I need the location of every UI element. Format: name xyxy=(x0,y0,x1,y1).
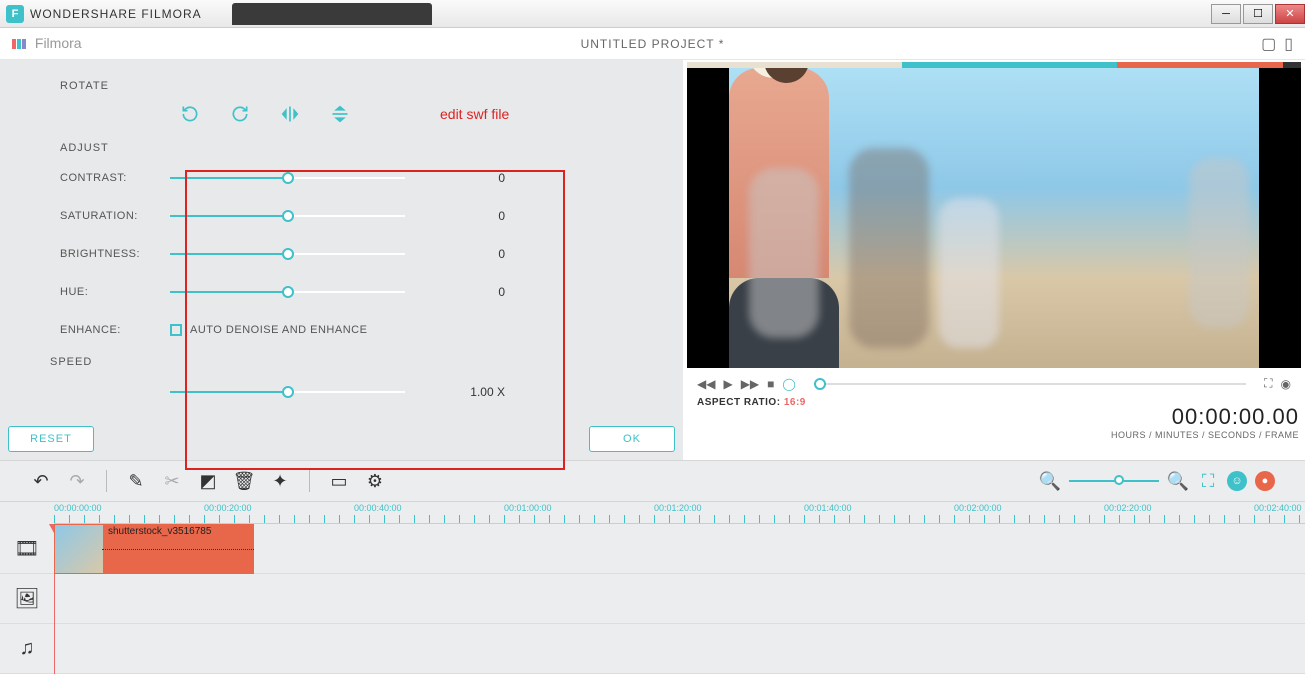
window-titlebar: F WONDERSHARE FILMORA ─ ☐ ✕ xyxy=(0,0,1305,28)
split-icon[interactable]: ✂ xyxy=(161,470,183,492)
project-title: UNTITLED PROJECT * xyxy=(581,37,725,51)
clip-thumbnail xyxy=(55,525,103,573)
rotate-cw-icon[interactable] xyxy=(180,104,200,124)
video-preview[interactable] xyxy=(687,68,1301,368)
record-icon[interactable]: ◯ xyxy=(782,377,795,391)
ok-button[interactable]: OK xyxy=(589,426,675,452)
settings-icon[interactable]: ⚙ xyxy=(364,470,386,492)
ruler-mark: 00:01:40:00 xyxy=(804,503,852,513)
help-icon[interactable]: ☺ xyxy=(1227,471,1247,491)
timeline-ruler[interactable]: 00:00:00:00 00:00:20:00 00:00:40:00 00:0… xyxy=(54,502,1305,524)
video-clip[interactable]: shutterstock_v3516785 xyxy=(54,524,254,574)
redo-icon[interactable]: ↷ xyxy=(66,470,88,492)
audio-track[interactable]: ♫ xyxy=(0,624,1305,674)
window-minimize-button[interactable]: ─ xyxy=(1211,4,1241,24)
play-icon[interactable]: ▶ xyxy=(723,377,732,391)
ruler-mark: 00:01:00:00 xyxy=(504,503,552,513)
timeline-toolbar: ↶ ↷ ✎ ✂ ◩ 🗑 ✦ ▭ ⚙ 🔍 🔍 ⛶ ☺ ● xyxy=(0,460,1305,502)
separator xyxy=(309,470,310,492)
hue-slider[interactable] xyxy=(170,291,405,293)
video-track[interactable]: 🎞 shutterstock_v3516785 xyxy=(0,524,1305,574)
image-track-icon: 🖼 xyxy=(0,586,54,611)
hue-label: HUE: xyxy=(60,286,170,298)
annotation-text: edit swf file xyxy=(440,106,509,122)
window-maximize-button[interactable]: ☐ xyxy=(1243,4,1273,24)
saturation-slider[interactable] xyxy=(170,215,405,217)
timecode-legend: HOURS / MINUTES / SECONDS / FRAME xyxy=(1111,430,1299,440)
stop-icon[interactable]: ■ xyxy=(767,377,774,391)
fit-icon[interactable]: ⛶ xyxy=(1197,470,1219,492)
crop-icon[interactable]: ◩ xyxy=(197,470,219,492)
hue-value: 0 xyxy=(445,285,505,299)
aspect-ratio-label: ASPECT RATIO: xyxy=(697,397,781,408)
auto-enhance-label: AUTO DENOISE AND ENHANCE xyxy=(190,324,367,336)
contrast-slider[interactable] xyxy=(170,177,405,179)
playback-progress[interactable] xyxy=(814,383,1246,385)
ruler-mark: 00:00:40:00 xyxy=(354,503,402,513)
separator xyxy=(106,470,107,492)
speed-value: 1.00 X xyxy=(445,385,505,399)
rotate-ccw-icon[interactable] xyxy=(230,104,250,124)
ruler-mark: 00:00:00:00 xyxy=(54,503,102,513)
speed-section-label: SPEED xyxy=(50,356,653,368)
ruler-mark: 00:00:20:00 xyxy=(204,503,252,513)
app-icon: F xyxy=(6,5,24,23)
audio-track-icon: ♫ xyxy=(0,637,54,660)
delete-icon[interactable]: 🗑 xyxy=(233,470,255,492)
background-tab xyxy=(232,3,432,25)
brightness-label: BRIGHTNESS: xyxy=(60,248,170,260)
preview-panel: ◀◀ ▶ ▶▶ ■ ◯ ⛶ ◉ ASPECT RATIO: 16:9 xyxy=(683,60,1305,460)
aspect-ratio-value: 16:9 xyxy=(784,397,806,408)
timecode-display: 00:00:00.00 HOURS / MINUTES / SECONDS / … xyxy=(1111,404,1305,440)
timeline: 00:00:00:00 00:00:20:00 00:00:40:00 00:0… xyxy=(0,502,1305,674)
window-close-button[interactable]: ✕ xyxy=(1275,4,1305,24)
undo-icon[interactable]: ↶ xyxy=(30,470,52,492)
brightness-value: 0 xyxy=(445,247,505,261)
contrast-label: CONTRAST: xyxy=(60,172,170,184)
brightness-slider[interactable] xyxy=(170,253,405,255)
warning-icon[interactable]: ● xyxy=(1255,471,1275,491)
clip-name: shutterstock_v3516785 xyxy=(104,524,215,539)
zoom-out-icon[interactable]: 🔍 xyxy=(1039,470,1061,492)
ruler-mark: 00:01:20:00 xyxy=(654,503,702,513)
enhance-label: ENHANCE: xyxy=(60,324,170,336)
contrast-value: 0 xyxy=(445,171,505,185)
auto-enhance-checkbox[interactable] xyxy=(170,324,182,336)
record-voiceover-icon[interactable]: ▭ xyxy=(328,470,350,492)
forward-icon[interactable]: ▶▶ xyxy=(741,377,759,391)
reset-button[interactable]: RESET xyxy=(8,426,94,452)
saturation-value: 0 xyxy=(445,209,505,223)
app-title: WONDERSHARE FILMORA xyxy=(30,7,202,21)
app-header: Filmora UNTITLED PROJECT * ▢ ▯ xyxy=(0,28,1305,60)
saturation-label: SATURATION: xyxy=(60,210,170,222)
speed-slider[interactable] xyxy=(170,391,405,393)
ruler-mark: 00:02:40:00 xyxy=(1254,503,1302,513)
rotate-section-label: ROTATE xyxy=(60,80,653,92)
rewind-icon[interactable]: ◀◀ xyxy=(697,377,715,391)
save-icon[interactable]: ▢ xyxy=(1261,34,1276,54)
flip-vertical-icon[interactable] xyxy=(330,104,350,124)
fullscreen-icon[interactable]: ⛶ xyxy=(1264,376,1272,391)
app-logo: Filmora xyxy=(12,35,82,52)
edit-panel: ROTATE edit swf file ADJUST CONTRAST: 0 … xyxy=(0,60,683,460)
zoom-slider[interactable] xyxy=(1069,480,1159,482)
color-icon[interactable]: ✦ xyxy=(269,470,291,492)
flip-horizontal-icon[interactable] xyxy=(280,104,300,124)
timecode-value: 00:00:00.00 xyxy=(1111,404,1299,430)
snapshot-icon[interactable]: ◉ xyxy=(1281,377,1291,391)
image-track[interactable]: 🖼 xyxy=(0,574,1305,624)
video-track-icon: 🎞 xyxy=(0,536,54,561)
adjust-section-label: ADJUST xyxy=(60,142,653,154)
export-icon[interactable]: ▯ xyxy=(1284,34,1293,54)
ruler-mark: 00:02:20:00 xyxy=(1104,503,1152,513)
zoom-in-icon[interactable]: 🔍 xyxy=(1167,470,1189,492)
edit-icon[interactable]: ✎ xyxy=(125,470,147,492)
ruler-mark: 00:02:00:00 xyxy=(954,503,1002,513)
